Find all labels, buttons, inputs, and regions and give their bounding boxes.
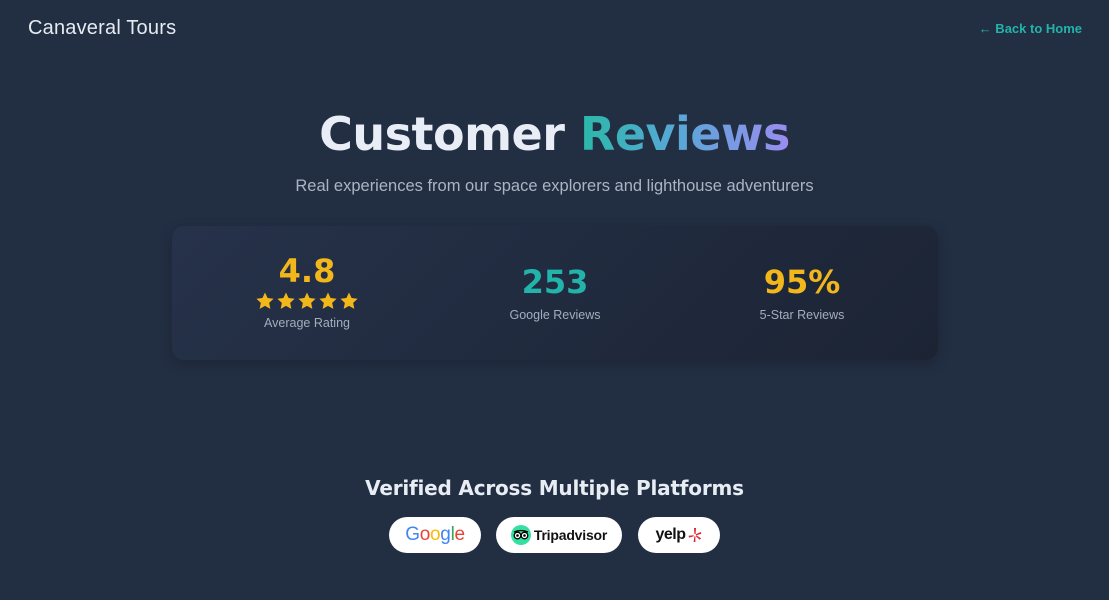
brand-name[interactable]: Canaveral Tours [28,17,176,40]
tripadvisor-name: Tripadvisor [533,527,608,543]
page-subtitle: Real experiences from our space explorer… [295,177,814,195]
yelp-name: yelp [655,526,686,543]
back-to-home-link[interactable]: ← Back to Home [979,21,1082,36]
google-reviews-label: Google Reviews [509,308,601,322]
star-icon [298,292,316,309]
google-reviews-count: 253 [521,263,589,301]
stat-google-reviews: 253 Google Reviews [455,226,655,360]
google-platform-badge[interactable]: Google [389,517,481,553]
star-icon [256,292,274,309]
tripadvisor-owl-icon [510,525,531,545]
five-star-label: 5-Star Reviews [759,308,845,322]
star-rating [207,290,407,312]
stat-average-rating: 4.8 Average Rating [207,226,407,360]
yelp-burst-icon [688,528,701,542]
five-star-percent: 95% [763,263,841,301]
stat-five-star-reviews: 95% 5-Star Reviews [702,226,902,360]
yelp-platform-badge[interactable]: yelp [638,517,720,553]
tripadvisor-logo: Tripadvisor [510,525,608,545]
title-word-reviews: Reviews [579,107,790,161]
platforms-heading: Verified Across Multiple Platforms [365,476,744,500]
google-logo: Google [405,524,465,545]
average-rating-value: 4.8 [278,252,336,290]
page-title: Customer Reviews [0,104,1109,164]
average-rating-label: Average Rating [264,316,350,330]
stats-card: 4.8 Average Rating 253 Google Reviews 95… [172,226,938,360]
reviews-page: Canaveral Tours ← Back to Home Customer … [0,0,1109,600]
star-icon [319,292,337,309]
star-icon [277,292,295,309]
tripadvisor-platform-badge[interactable]: Tripadvisor [496,517,622,553]
star-icon [340,292,358,309]
yelp-logo: yelp [655,526,702,544]
title-word-customer: Customer [319,107,565,161]
